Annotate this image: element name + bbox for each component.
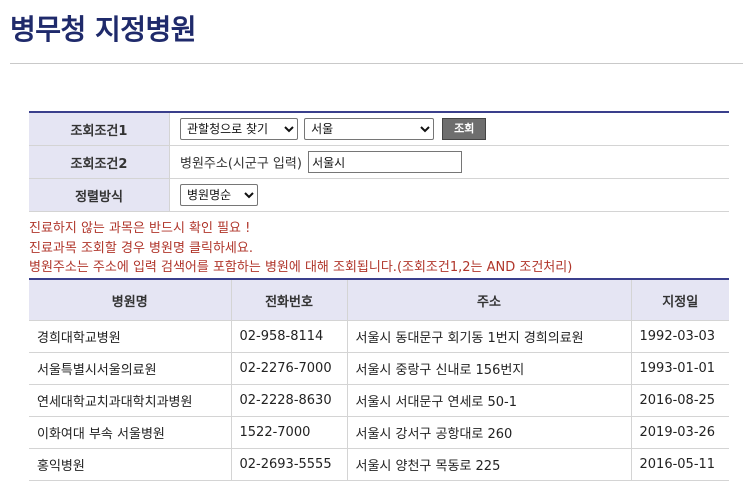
address-cell: 서울시 서대문구 연세로 50-1 <box>346 384 632 417</box>
cond2-label: 조회조건2 <box>29 145 170 179</box>
hospital-name-link[interactable]: 서울특별시서울의료원 <box>29 352 232 385</box>
table-row: 연세대학교치과대학치과병원 02-2228-8630 서울시 서대문구 연세로 … <box>29 384 729 417</box>
date-cell: 2016-05-11 <box>630 448 729 481</box>
phone-cell: 1522-7000 <box>230 416 348 449</box>
search-type-select[interactable]: 관할청으로 찾기 <box>180 118 298 140</box>
notice-line: 진료과목 조회할 경우 병원명 클릭하세요. <box>29 240 253 256</box>
address-input[interactable] <box>308 151 463 173</box>
notice-line: 병원주소는 주소에 입력 검색어를 포함하는 병원에 대해 조회됩니다.(조회조… <box>29 260 573 275</box>
title-divider <box>10 63 743 64</box>
cond1-label: 조회조건1 <box>29 112 170 146</box>
col-header-date: 지정일 <box>630 279 729 321</box>
page-title: 병무청 지정병원 <box>10 13 197 46</box>
table-row: 홍익병원 02-2693-5555 서울시 양천구 목동로 225 2016-0… <box>29 448 729 481</box>
phone-cell: 02-2693-5555 <box>230 448 348 481</box>
hospital-name-link[interactable]: 이화여대 부속 서울병원 <box>29 416 232 449</box>
table-row: 서울특별시서울의료원 02-2276-7000 서울시 중랑구 신내로 156번… <box>29 352 729 385</box>
date-cell: 1993-01-01 <box>630 352 729 385</box>
notice-text: 진료하지 않는 과목은 반드시 확인 필요 ! 진료과목 조회할 경우 병원명 … <box>29 219 572 278</box>
date-cell: 1992-03-03 <box>630 320 729 353</box>
search-button[interactable]: 조회 <box>442 118 487 140</box>
region-select[interactable]: 서울 <box>304 118 435 140</box>
phone-cell: 02-2228-8630 <box>230 384 348 417</box>
address-cell: 서울시 중랑구 신내로 156번지 <box>346 352 632 385</box>
phone-cell: 02-2276-7000 <box>230 352 348 385</box>
col-header-phone: 전화번호 <box>230 279 348 321</box>
address-cell: 서울시 양천구 목동로 225 <box>346 448 632 481</box>
hospital-table: 병원명 전화번호 주소 지정일 경희대학교병원 02-958-8114 서울시 … <box>29 278 729 481</box>
phone-cell: 02-958-8114 <box>230 320 348 353</box>
col-header-address: 주소 <box>346 279 632 321</box>
col-header-name: 병원명 <box>29 279 232 321</box>
hospital-name-link[interactable]: 홍익병원 <box>29 448 232 481</box>
hospital-name-link[interactable]: 경희대학교병원 <box>29 320 232 353</box>
notice-line: 진료하지 않는 과목은 반드시 확인 필요 ! <box>29 221 251 236</box>
address-cell: 서울시 동대문구 회기동 1번지 경희의료원 <box>346 320 632 353</box>
date-cell: 2019-03-26 <box>630 416 729 449</box>
search-conditions-table: 조회조건1 관할청으로 찾기 서울 조회 조회조건2 병원주소(시군구 입력) … <box>29 111 729 212</box>
address-cell: 서울시 강서구 공항대로 260 <box>346 416 632 449</box>
hospital-name-link[interactable]: 연세대학교치과대학치과병원 <box>29 384 232 417</box>
sort-label: 정렬방식 <box>29 178 170 212</box>
table-row: 경희대학교병원 02-958-8114 서울시 동대문구 회기동 1번지 경희의… <box>29 320 729 353</box>
table-header-row: 병원명 전화번호 주소 지정일 <box>29 279 729 321</box>
table-row: 이화여대 부속 서울병원 1522-7000 서울시 강서구 공항대로 260 … <box>29 416 729 449</box>
address-input-label: 병원주소(시군구 입력) <box>180 156 302 172</box>
sort-select[interactable]: 병원명순 <box>180 184 258 206</box>
date-cell: 2016-08-25 <box>630 384 729 417</box>
